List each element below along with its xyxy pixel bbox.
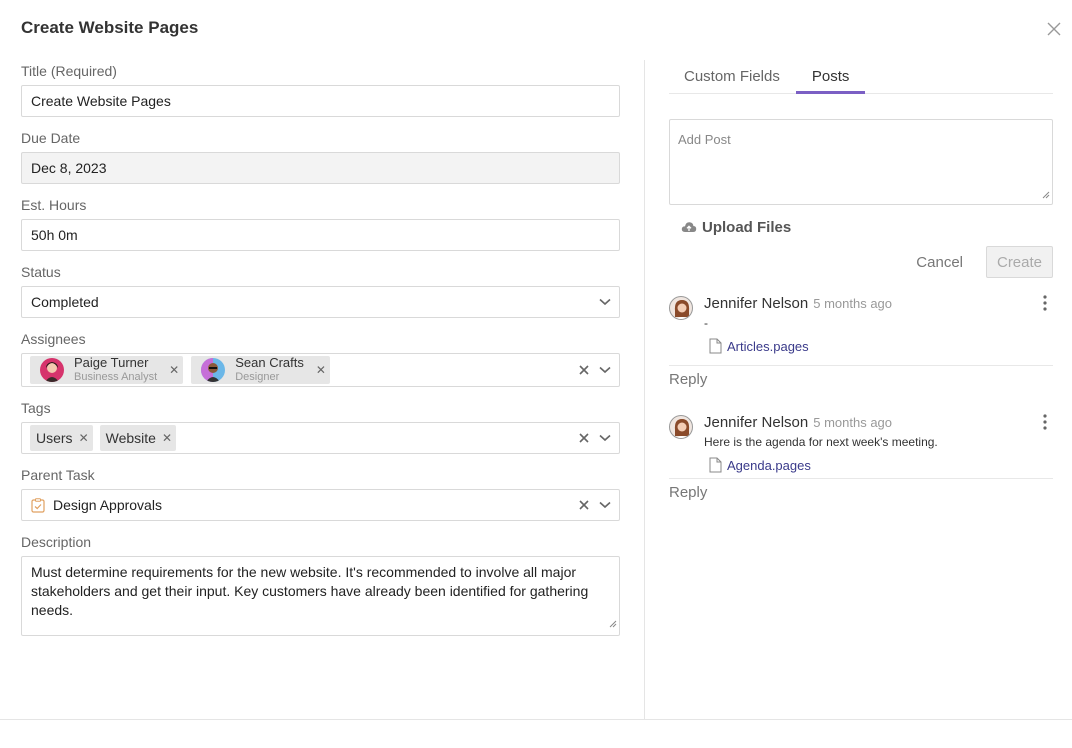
posts-list: Jennifer Nelson 5 months ago - Articles.…: [669, 293, 1053, 504]
description-label: Description: [21, 534, 92, 550]
tag-label: Users: [36, 430, 73, 446]
upload-files-button[interactable]: Upload Files: [681, 217, 1053, 237]
list-item: Jennifer Nelson 5 months ago - Articles.…: [669, 293, 1053, 366]
due-date-input[interactable]: Dec 8, 2023: [21, 152, 620, 184]
post-time: 5 months ago: [813, 295, 893, 311]
clear-icon[interactable]: [579, 365, 589, 375]
remove-assignee-icon[interactable]: ✕: [169, 363, 179, 377]
upload-files-label: Upload Files: [702, 218, 792, 236]
post-body: Here is the agenda for next week's meeti…: [704, 435, 938, 449]
side-panel: Custom Fields Posts Add Post Upload File…: [669, 60, 1053, 504]
file-icon: [709, 338, 722, 354]
avatar: [40, 358, 64, 382]
footer-divider: [0, 719, 1072, 720]
chevron-down-icon[interactable]: [599, 434, 611, 442]
reply-link[interactable]: Reply: [669, 371, 1053, 391]
assignee-role: Business Analyst: [74, 371, 158, 383]
assignee-name: Paige Turner: [74, 355, 149, 370]
resize-handle-icon[interactable]: [609, 614, 617, 633]
post-body: -: [704, 316, 708, 330]
chevron-down-icon[interactable]: [599, 501, 611, 509]
create-button[interactable]: Create: [986, 246, 1053, 278]
tags-label: Tags: [21, 400, 51, 416]
add-post-placeholder: Add Post: [678, 132, 731, 147]
dialog-title: Create Website Pages: [21, 18, 199, 37]
close-icon[interactable]: [1044, 19, 1064, 39]
tag-label: Website: [105, 430, 156, 446]
task-form: Title (Required) Create Website Pages Du…: [21, 60, 620, 655]
avatar: [669, 415, 693, 439]
parent-task-value: Design Approvals: [53, 497, 162, 513]
assignees-select[interactable]: Paige Turner Business Analyst ✕ Sean Cra…: [21, 353, 620, 387]
title-input[interactable]: Create Website Pages: [21, 85, 620, 117]
attachment-name: Articles.pages: [727, 338, 809, 354]
assignees-label: Assignees: [21, 331, 86, 347]
due-date-label: Due Date: [21, 130, 81, 146]
panel-divider: [644, 60, 645, 720]
clear-icon[interactable]: [579, 433, 589, 443]
clear-icon[interactable]: [579, 500, 589, 510]
tab-custom-fields[interactable]: Custom Fields: [669, 60, 796, 94]
status-select[interactable]: Completed: [21, 286, 620, 318]
attachment-link[interactable]: Articles.pages: [709, 337, 1053, 355]
status-label: Status: [21, 264, 61, 280]
reply-link[interactable]: Reply: [669, 484, 1053, 504]
attachment-link[interactable]: Agenda.pages: [709, 456, 1053, 474]
assignee-role: Designer: [235, 371, 280, 383]
post-actions: Cancel Create: [669, 246, 1053, 278]
est-hours-input[interactable]: 50h 0m: [21, 219, 620, 251]
cancel-button[interactable]: Cancel: [916, 254, 963, 271]
tags-select[interactable]: Users ✕ Website ✕: [21, 422, 620, 454]
add-post-textarea[interactable]: Add Post: [669, 119, 1053, 205]
remove-tag-icon[interactable]: ✕: [162, 431, 172, 445]
est-hours-value: 50h 0m: [31, 227, 78, 243]
description-value: Must determine requirements for the new …: [31, 564, 589, 618]
title-value: Create Website Pages: [31, 93, 171, 109]
parent-task-select[interactable]: Design Approvals: [21, 489, 620, 521]
parent-task-label: Parent Task: [21, 467, 95, 483]
status-value: Completed: [31, 294, 99, 310]
resize-handle-icon[interactable]: [1042, 187, 1050, 202]
assignee-chip: Paige Turner Business Analyst ✕: [30, 355, 184, 384]
chevron-down-icon[interactable]: [599, 298, 611, 306]
attachment-name: Agenda.pages: [727, 457, 811, 473]
more-vertical-icon[interactable]: [1043, 414, 1047, 435]
chevron-down-icon[interactable]: [599, 366, 611, 374]
list-item: Jennifer Nelson 5 months ago Here is the…: [669, 412, 1053, 479]
post-author: Jennifer Nelson: [704, 413, 809, 431]
task-icon: [31, 497, 45, 513]
due-date-value: Dec 8, 2023: [31, 160, 107, 176]
avatar: [201, 358, 226, 382]
assignee-chip: Sean Crafts Designer ✕: [191, 356, 330, 384]
tab-posts[interactable]: Posts: [795, 60, 866, 94]
remove-tag-icon[interactable]: ✕: [79, 431, 89, 445]
task-dialog: Create Website Pages Title (Required) Cr…: [0, 0, 1072, 748]
remove-assignee-icon[interactable]: ✕: [316, 363, 326, 377]
avatar: [669, 296, 693, 320]
tag-chip: Website ✕: [99, 425, 177, 451]
more-vertical-icon[interactable]: [1043, 295, 1047, 316]
est-hours-label: Est. Hours: [21, 197, 87, 213]
tag-chip: Users ✕: [30, 425, 93, 451]
cloud-upload-icon: [681, 221, 697, 233]
post-time: 5 months ago: [813, 414, 893, 430]
description-textarea[interactable]: Must determine requirements for the new …: [21, 556, 620, 636]
post-author: Jennifer Nelson: [704, 294, 809, 312]
title-label: Title (Required): [21, 63, 117, 79]
file-icon: [709, 457, 722, 473]
panel-tabs: Custom Fields Posts: [669, 60, 1053, 94]
assignee-name: Sean Crafts: [235, 355, 304, 370]
